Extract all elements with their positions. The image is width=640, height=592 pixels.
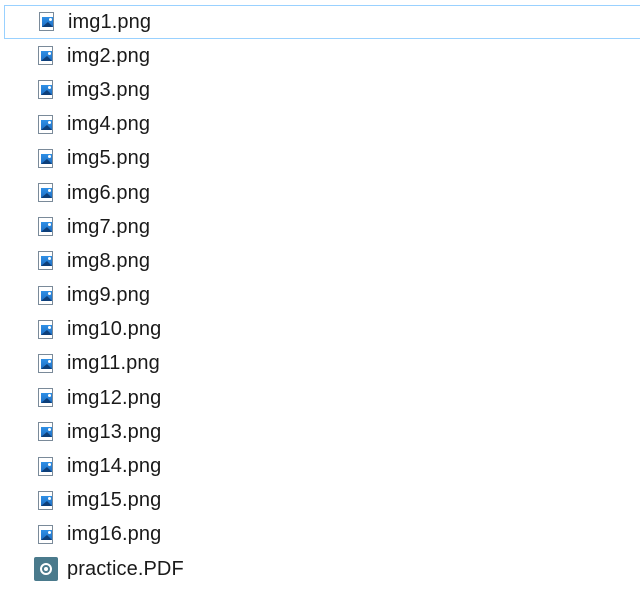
file-name: practice.PDF <box>67 557 184 580</box>
file-item-img6[interactable]: img6.png <box>0 176 640 210</box>
file-item-img16[interactable]: img16.png <box>0 518 640 552</box>
file-name: img7.png <box>67 215 151 238</box>
file-name: img6.png <box>67 181 151 204</box>
file-name: img10.png <box>67 318 162 341</box>
file-name: img9.png <box>67 284 151 307</box>
file-name: img8.png <box>67 249 151 272</box>
image-file-icon <box>39 12 55 32</box>
image-file-icon <box>38 319 54 340</box>
file-item-img11[interactable]: img11.png <box>0 347 640 381</box>
file-name: img5.png <box>67 147 151 170</box>
file-item-img5[interactable]: img5.png <box>0 142 640 176</box>
image-file-icon <box>38 148 54 169</box>
file-item-img9[interactable]: img9.png <box>0 279 640 313</box>
image-file-icon <box>38 456 54 477</box>
file-item-img7[interactable]: img7.png <box>0 210 640 244</box>
image-file-icon <box>38 46 54 66</box>
image-file-icon <box>38 490 54 511</box>
image-file-icon <box>38 353 54 374</box>
image-file-icon <box>38 524 54 545</box>
file-name: img2.png <box>67 44 151 67</box>
file-item-img1[interactable]: img1.png <box>4 5 640 40</box>
file-item-img12[interactable]: img12.png <box>0 381 640 415</box>
file-name: img1.png <box>68 10 152 33</box>
file-item-img15[interactable]: img15.png <box>0 484 640 518</box>
file-list: img1.png img2.png img3.png img4.png img5… <box>0 5 640 586</box>
file-name: img3.png <box>67 78 151 101</box>
image-file-icon <box>38 183 54 203</box>
file-item-practice-pdf[interactable]: practice.PDF <box>0 552 640 586</box>
file-item-img4[interactable]: img4.png <box>0 108 640 142</box>
file-item-img14[interactable]: img14.png <box>0 449 640 483</box>
image-file-icon <box>38 285 54 306</box>
image-file-icon <box>38 114 54 135</box>
file-item-img2[interactable]: img2.png <box>0 39 640 73</box>
file-name: img12.png <box>67 386 162 409</box>
file-item-img13[interactable]: img13.png <box>0 415 640 449</box>
file-item-img8[interactable]: img8.png <box>0 244 640 278</box>
file-item-img10[interactable]: img10.png <box>0 313 640 347</box>
file-name: img4.png <box>67 113 151 136</box>
file-name: img13.png <box>67 420 162 443</box>
file-name: img15.png <box>67 489 162 512</box>
image-file-icon <box>38 80 54 100</box>
file-name: img11.png <box>67 352 160 375</box>
image-file-icon <box>38 217 54 237</box>
file-name: img16.png <box>67 523 162 546</box>
file-item-img3[interactable]: img3.png <box>0 73 640 107</box>
image-file-icon <box>38 388 54 408</box>
file-name: img14.png <box>67 455 162 478</box>
pdf-file-icon <box>34 557 58 582</box>
image-file-icon <box>38 422 54 442</box>
image-file-icon <box>38 251 54 271</box>
